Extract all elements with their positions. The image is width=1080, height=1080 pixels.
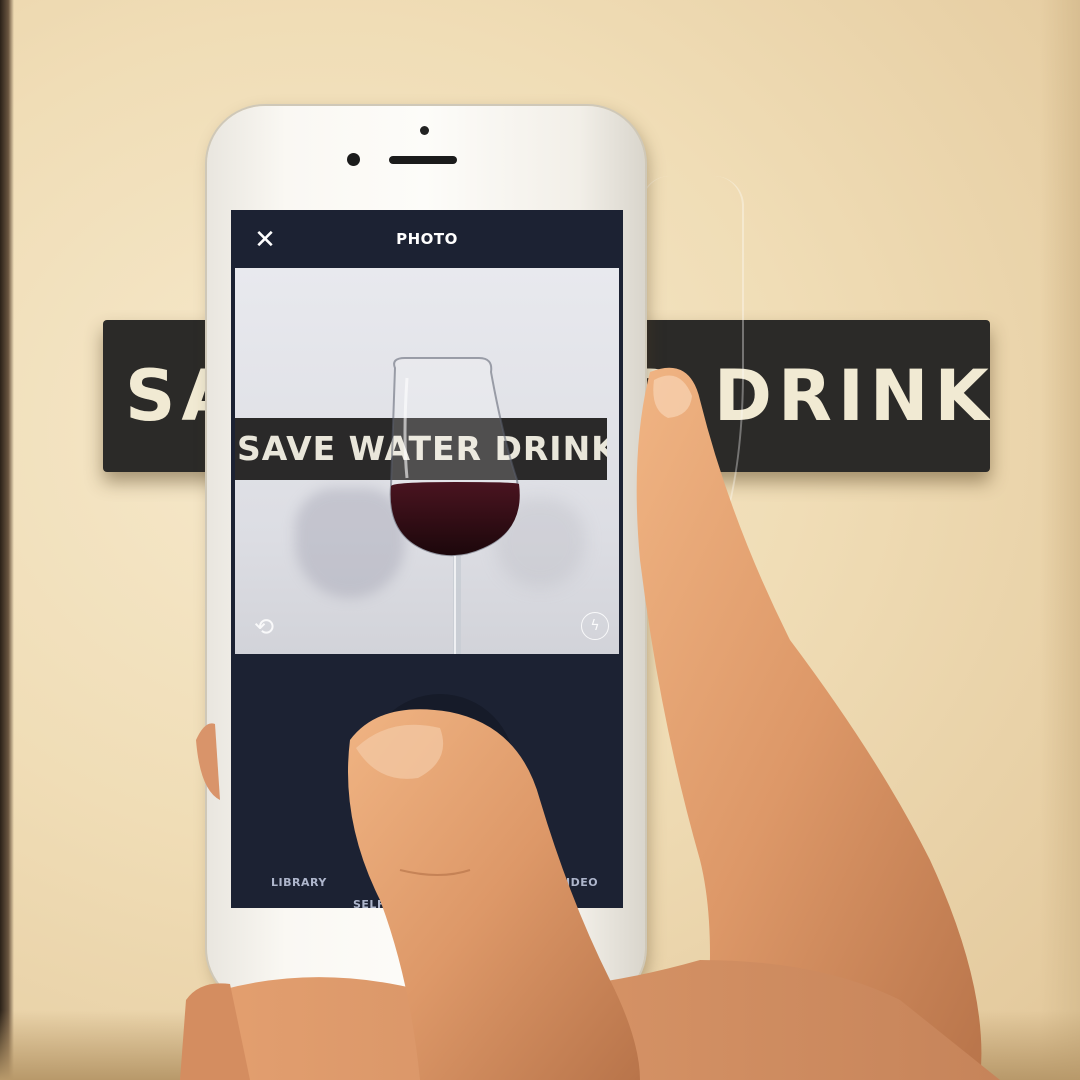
camera-top-bar: ✕ PHOTO [231, 210, 623, 268]
door-frame [0, 0, 14, 1080]
page-title: PHOTO [396, 230, 458, 248]
tab-library[interactable]: LIBRARY [271, 876, 327, 889]
floor-shadow [0, 1010, 1080, 1080]
shutter-button[interactable] [365, 694, 515, 844]
flash-icon[interactable]: ϟ [581, 612, 609, 640]
tab-selfie[interactable]: SELFIE [353, 898, 398, 908]
proximity-sensor [420, 126, 429, 135]
tab-video[interactable]: VIDEO [557, 876, 598, 889]
camera-controls: LIBRARY SELFIE VIDEO [231, 654, 623, 908]
switch-camera-icon[interactable]: ⟲ [249, 612, 279, 642]
phone-screen: ✕ PHOTO SAVE WATER DRINK WINE [231, 210, 623, 908]
room-wine-glass [640, 176, 744, 568]
wine-glass [389, 357, 520, 654]
camera-viewfinder[interactable]: SAVE WATER DRINK WINE ⟲ ϟ [235, 268, 619, 654]
wall-edge [1040, 0, 1080, 1080]
smartphone: ✕ PHOTO SAVE WATER DRINK WINE [207, 106, 645, 1006]
front-camera [347, 153, 360, 166]
earpiece-speaker [389, 156, 457, 164]
